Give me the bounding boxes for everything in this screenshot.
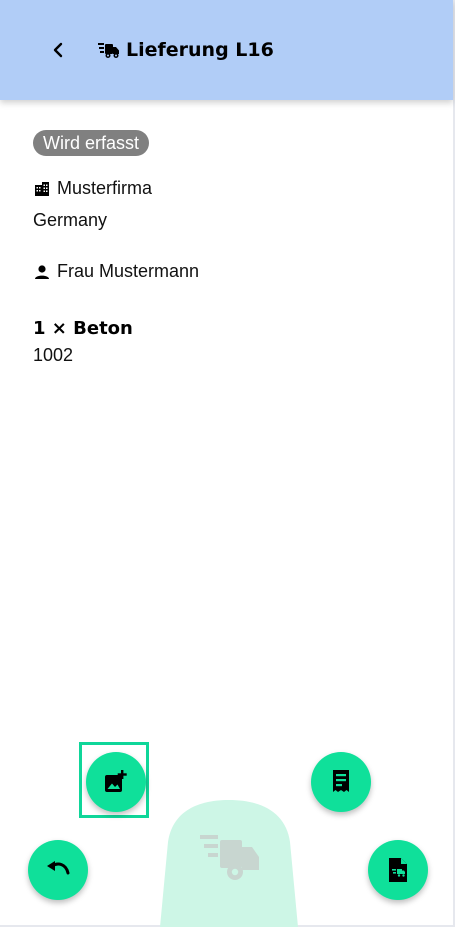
document-button[interactable] — [368, 840, 428, 900]
main-delivery-tab[interactable] — [160, 800, 298, 927]
company-row: Musterfirma — [33, 178, 152, 199]
contact-row: Frau Mustermann — [33, 261, 199, 282]
undo-button[interactable] — [28, 840, 88, 900]
contact-name: Frau Mustermann — [57, 261, 200, 281]
add-photo-icon — [105, 770, 127, 792]
back-button[interactable] — [40, 32, 76, 68]
document-truck-icon — [389, 858, 407, 882]
chevron-left-icon — [53, 42, 63, 58]
item-number: 1002 — [33, 345, 74, 365]
undo-icon — [47, 861, 70, 875]
building-icon — [35, 181, 49, 196]
company-name: Musterfirma — [57, 178, 153, 198]
item-title: 1 × Beton — [33, 318, 133, 339]
person-icon — [35, 264, 49, 279]
header-title-group: Lieferung L16 — [98, 36, 274, 64]
receipt-icon — [333, 770, 349, 792]
status-badge: Wird erfasst — [33, 130, 150, 156]
page-title: Lieferung L16 — [126, 39, 274, 61]
app-header: Lieferung L16 — [0, 0, 453, 100]
add-photo-button[interactable] — [86, 752, 146, 812]
fast-truck-icon — [98, 43, 119, 58]
receipt-button[interactable] — [311, 752, 371, 812]
company-country: Germany — [33, 210, 108, 230]
